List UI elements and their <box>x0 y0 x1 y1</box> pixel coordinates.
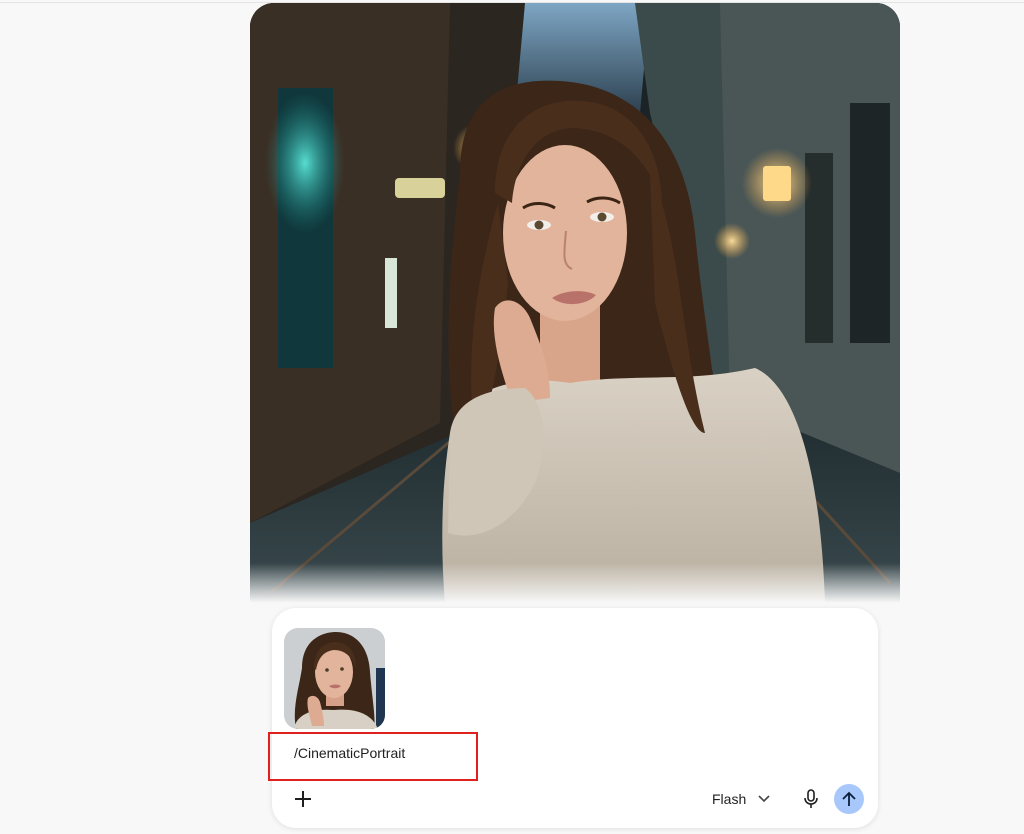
prompt-highlight-box <box>268 732 478 781</box>
add-attachment-button[interactable] <box>290 786 316 812</box>
model-selector-dropdown[interactable]: Flash <box>712 786 770 812</box>
thumbnail-portrait <box>284 628 385 729</box>
model-selector-label: Flash <box>712 791 747 807</box>
chevron-down-icon <box>758 795 770 803</box>
microphone-button[interactable] <box>798 786 824 812</box>
microphone-icon <box>804 789 818 808</box>
attached-image-thumbnail[interactable] <box>284 628 385 729</box>
send-button[interactable] <box>834 784 864 814</box>
arrow-up-icon <box>842 791 856 806</box>
plus-icon <box>295 791 311 807</box>
portrait-scene <box>250 3 900 603</box>
generated-portrait-image[interactable] <box>250 3 900 603</box>
image-bottom-fade <box>250 563 900 603</box>
prompt-composer: /CinematicPortrait Flash <box>268 608 878 828</box>
